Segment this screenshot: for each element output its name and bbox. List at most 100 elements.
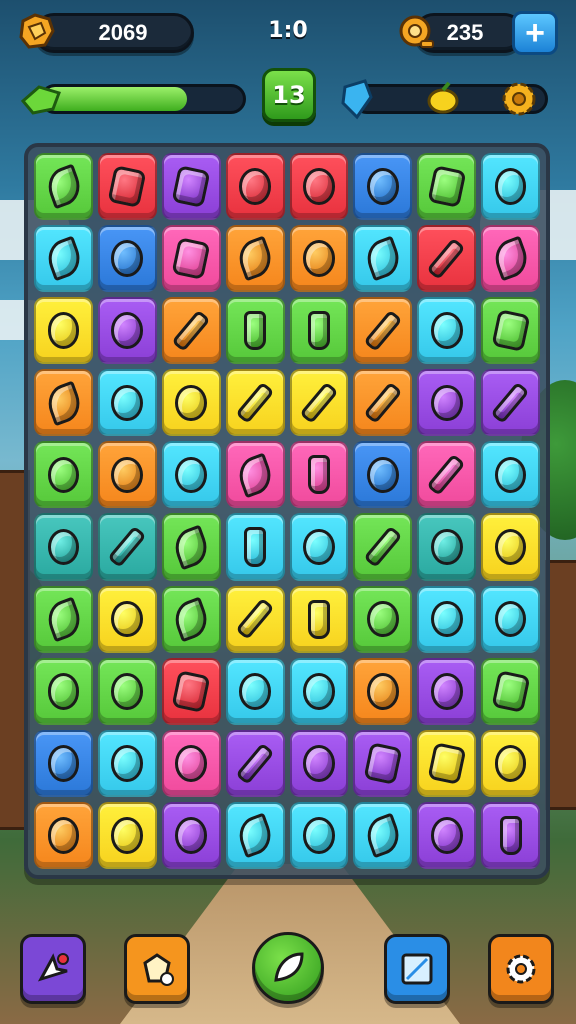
tile-r1-c7[interactable]	[481, 225, 540, 293]
tile-r3-c4[interactable]	[289, 369, 349, 437]
tile-r0-c1[interactable]	[97, 153, 157, 221]
tile-r4-c5[interactable]	[353, 441, 413, 509]
tile-r3-c6[interactable]	[417, 369, 477, 437]
tile-r1-c3[interactable]	[225, 225, 285, 293]
tile-r8-c3[interactable]	[225, 729, 285, 797]
tile-r5-c6[interactable]	[417, 513, 477, 581]
tile-r0-c0[interactable]	[34, 153, 93, 221]
tile-r2-c0[interactable]	[34, 297, 93, 365]
tile-r4-c6[interactable]	[417, 441, 477, 509]
tile-item-round	[366, 672, 399, 710]
tile-r1-c2[interactable]	[161, 225, 221, 293]
tile-r0-c3[interactable]	[225, 153, 285, 221]
tile-item-stick	[426, 453, 467, 497]
tile-r8-c1[interactable]	[97, 729, 157, 797]
tile-r6-c4[interactable]	[289, 585, 349, 653]
tile-r7-c2[interactable]	[161, 657, 221, 725]
tile-item-stick	[235, 742, 275, 785]
tile-r7-c1[interactable]	[97, 657, 157, 725]
tile-r8-c0[interactable]	[34, 729, 93, 797]
tile-r7-c0[interactable]	[34, 657, 93, 725]
tile-r3-c1[interactable]	[97, 369, 157, 437]
tile-r6-c7[interactable]	[481, 585, 540, 653]
tile-r7-c7[interactable]	[481, 657, 540, 725]
play-button[interactable]	[252, 932, 324, 1004]
map-button[interactable]	[384, 934, 450, 1004]
tile-r2-c5[interactable]	[353, 297, 413, 365]
tile-item-bottle	[244, 311, 267, 351]
tile-r6-c0[interactable]	[34, 585, 93, 653]
tile-r7-c3[interactable]	[225, 657, 285, 725]
tile-r0-c5[interactable]	[353, 153, 413, 221]
tile-r5-c3[interactable]	[225, 513, 285, 581]
tile-r5-c1[interactable]	[97, 513, 157, 581]
tile-r3-c5[interactable]	[353, 369, 413, 437]
tile-r2-c6[interactable]	[417, 297, 477, 365]
tile-r8-c6[interactable]	[417, 729, 477, 797]
tile-r7-c4[interactable]	[289, 657, 349, 725]
tile-item-leaf	[169, 524, 213, 570]
tile-r3-c7[interactable]	[481, 369, 540, 437]
tile-r4-c1[interactable]	[97, 441, 157, 509]
tile-r3-c0[interactable]	[34, 369, 93, 437]
tile-item-round	[494, 600, 527, 638]
tile-item-leaf	[489, 236, 532, 282]
tile-r1-c5[interactable]	[353, 225, 413, 293]
tile-r2-c4[interactable]	[289, 297, 349, 365]
tile-r6-c6[interactable]	[417, 585, 477, 653]
tile-r4-c3[interactable]	[225, 441, 285, 509]
tile-item-round	[111, 600, 144, 638]
tile-r4-c2[interactable]	[161, 441, 221, 509]
tile-r5-c0[interactable]	[34, 513, 93, 581]
tile-r6-c2[interactable]	[161, 585, 221, 653]
add-currency-button[interactable]: +	[512, 11, 558, 55]
tile-r9-c6[interactable]	[417, 801, 477, 869]
tile-r8-c4[interactable]	[289, 729, 349, 797]
tile-r3-c2[interactable]	[161, 369, 221, 437]
tile-r0-c7[interactable]	[481, 153, 540, 221]
tile-item-square	[171, 237, 211, 280]
tile-r5-c4[interactable]	[289, 513, 349, 581]
tile-r4-c4[interactable]	[289, 441, 349, 509]
tile-r2-c7[interactable]	[481, 297, 540, 365]
tile-item-round	[111, 384, 144, 422]
tile-r4-c0[interactable]	[34, 441, 93, 509]
tile-r9-c3[interactable]	[225, 801, 285, 869]
tile-r1-c4[interactable]	[289, 225, 349, 293]
tile-r9-c4[interactable]	[289, 801, 349, 869]
tile-r0-c2[interactable]	[161, 153, 221, 221]
tile-item-bottle	[499, 815, 522, 855]
tile-item-round	[303, 745, 335, 782]
tile-r2-c2[interactable]	[161, 297, 221, 365]
tile-r2-c1[interactable]	[97, 297, 157, 365]
tile-r9-c1[interactable]	[97, 801, 157, 869]
tile-r7-c6[interactable]	[417, 657, 477, 725]
tile-r0-c6[interactable]	[417, 153, 477, 221]
tile-r8-c5[interactable]	[353, 729, 413, 797]
settings-button[interactable]	[488, 934, 554, 1004]
tile-r1-c1[interactable]	[97, 225, 157, 293]
tile-r2-c3[interactable]	[225, 297, 285, 365]
tile-r0-c4[interactable]	[289, 153, 349, 221]
tile-r8-c7[interactable]	[481, 729, 540, 797]
tile-item-round	[47, 745, 80, 782]
tile-r8-c2[interactable]	[161, 729, 221, 797]
tile-r6-c5[interactable]	[353, 585, 413, 653]
tile-r3-c3[interactable]	[225, 369, 285, 437]
cursor-button[interactable]	[20, 934, 86, 1004]
tile-r1-c6[interactable]	[417, 225, 477, 293]
tile-r5-c2[interactable]	[161, 513, 221, 581]
tile-r5-c5[interactable]	[353, 513, 413, 581]
tile-r4-c7[interactable]	[481, 441, 540, 509]
hint-button[interactable]	[124, 934, 190, 1004]
tile-item-leaf	[42, 163, 85, 210]
tile-r9-c5[interactable]	[353, 801, 413, 869]
tile-r9-c7[interactable]	[481, 801, 540, 869]
tile-r6-c3[interactable]	[225, 585, 285, 653]
tile-r5-c7[interactable]	[481, 513, 540, 581]
tile-r9-c0[interactable]	[34, 801, 93, 869]
tile-r7-c5[interactable]	[353, 657, 413, 725]
tile-r9-c2[interactable]	[161, 801, 221, 869]
tile-r6-c1[interactable]	[97, 585, 157, 653]
tile-r1-c0[interactable]	[34, 225, 93, 293]
